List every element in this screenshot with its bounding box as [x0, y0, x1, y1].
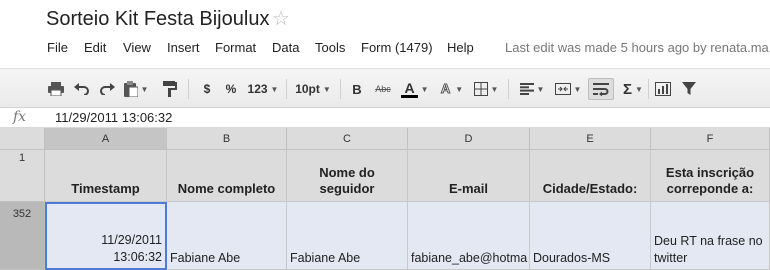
- chevron-down-icon: ▼: [536, 84, 545, 94]
- fx-icon: fx: [13, 109, 27, 125]
- cell-e352[interactable]: Dourados-MS: [530, 202, 651, 270]
- chevron-down-icon: ▼: [270, 84, 279, 94]
- wrap-text-icon: [593, 83, 609, 96]
- cell-f1[interactable]: Esta inscrição correponde a:: [651, 150, 770, 202]
- cell-d1[interactable]: E-mail: [408, 150, 530, 202]
- cell-b1[interactable]: Nome completo: [167, 150, 287, 202]
- cell-f352[interactable]: Deu RT na frase no twitter: [651, 202, 770, 270]
- fill-color-label: A: [440, 81, 451, 96]
- star-icon[interactable]: ☆: [272, 8, 290, 30]
- row-header-352[interactable]: 352: [0, 202, 45, 270]
- chevron-down-icon: ▼: [455, 84, 464, 94]
- print-icon[interactable]: [46, 78, 66, 100]
- menu-edit[interactable]: Edit: [84, 40, 106, 55]
- cell-text: Esta inscrição correponde a:: [665, 165, 755, 196]
- last-edit-link[interactable]: Last edit was made 5 hours ago by renata…: [505, 40, 769, 55]
- menu-data[interactable]: Data: [272, 40, 299, 55]
- merge-cells-icon: [554, 83, 571, 95]
- filter-icon[interactable]: [679, 78, 699, 100]
- wrap-text-button[interactable]: [588, 78, 614, 100]
- functions-button[interactable]: Σ ▼: [620, 78, 646, 100]
- align-left-icon: [519, 83, 534, 95]
- chart-icon[interactable]: [653, 78, 673, 100]
- merge-button[interactable]: ▼: [552, 78, 584, 100]
- menu-form[interactable]: Form (1479): [361, 40, 433, 55]
- toolbar: ▼ $ % 123 ▼ 10pt ▼ B Abc A ▼ A ▼ ▼ ▼ ▼ Σ ▼: [0, 68, 770, 108]
- select-all-corner[interactable]: [0, 128, 45, 150]
- cell-text: Nome completo: [177, 181, 276, 196]
- menu-insert[interactable]: Insert: [167, 40, 200, 55]
- number-format-button[interactable]: 123 ▼: [246, 78, 280, 100]
- title-bar: Sorteio Kit Festa Bijoulux ☆: [0, 0, 770, 36]
- chevron-down-icon: ▼: [140, 84, 149, 94]
- column-header-a[interactable]: A: [45, 128, 167, 150]
- cell-c1[interactable]: Nome do seguidor: [287, 150, 408, 202]
- chevron-down-icon: ▼: [490, 84, 499, 94]
- formula-input[interactable]: 11/29/2011 13:06:32: [55, 110, 172, 125]
- row-header-1[interactable]: 1: [0, 150, 45, 202]
- chevron-down-icon: ▼: [573, 84, 582, 94]
- cell-text: Deu RT na frase no twitter: [654, 234, 763, 265]
- percent-format-button[interactable]: %: [222, 78, 240, 100]
- borders-button[interactable]: ▼: [470, 78, 502, 100]
- cell-text: Dourados-MS: [533, 251, 611, 265]
- chevron-down-icon: ▼: [420, 84, 429, 94]
- number-format-label: 123: [247, 82, 268, 96]
- font-size-label: 10pt: [295, 82, 320, 96]
- cell-text: Timestamp: [71, 181, 140, 196]
- formula-bar: fx 11/29/2011 13:06:32: [0, 108, 770, 128]
- cell-text: Fabiane Abe: [290, 251, 361, 265]
- column-header-e[interactable]: E: [530, 128, 651, 150]
- menu-file[interactable]: File: [47, 40, 68, 55]
- cell-b352[interactable]: Fabiane Abe: [167, 202, 287, 270]
- cell-e1[interactable]: Cidade/Estado:: [530, 150, 651, 202]
- text-color-button[interactable]: A ▼: [398, 78, 432, 100]
- strikethrough-button[interactable]: Abc: [372, 78, 394, 100]
- align-button[interactable]: ▼: [516, 78, 548, 100]
- fill-color-button[interactable]: A ▼: [436, 78, 466, 100]
- cell-d352[interactable]: fabiane_abe@hotma: [408, 202, 530, 270]
- column-header-d[interactable]: D: [408, 128, 530, 150]
- paste-icon[interactable]: ▼: [122, 78, 150, 100]
- currency-format-button[interactable]: $: [198, 78, 216, 100]
- cell-text: E-mail: [448, 181, 488, 196]
- cell-c352[interactable]: Fabiane Abe: [287, 202, 408, 270]
- cell-a352[interactable]: 11/29/2011 13:06:32: [45, 202, 167, 270]
- sigma-icon: Σ: [623, 80, 633, 98]
- toolbar-divider: [188, 79, 189, 99]
- paint-format-icon[interactable]: [160, 78, 180, 100]
- chevron-down-icon: ▼: [322, 84, 331, 94]
- redo-icon[interactable]: [97, 78, 117, 100]
- menu-format[interactable]: Format: [215, 40, 256, 55]
- cell-text: 11/29/2011 13:06:32: [101, 233, 162, 264]
- font-size-select[interactable]: 10pt ▼: [294, 78, 332, 100]
- text-color-label: A: [401, 81, 418, 98]
- cell-text: Cidade/Estado:: [542, 181, 638, 196]
- undo-icon[interactable]: [72, 78, 92, 100]
- column-header-b[interactable]: B: [167, 128, 287, 150]
- chevron-down-icon: ▼: [635, 84, 643, 94]
- cell-text: Nome do seguidor: [319, 165, 375, 196]
- menu-help[interactable]: Help: [447, 40, 474, 55]
- column-header-c[interactable]: C: [287, 128, 408, 150]
- cell-a1[interactable]: Timestamp: [45, 150, 167, 202]
- borders-icon: [473, 82, 488, 96]
- menu-view[interactable]: View: [123, 40, 151, 55]
- spreadsheet-grid: A B C D E F 1 Timestamp Nome completo No…: [0, 128, 770, 270]
- menu-tools[interactable]: Tools: [315, 40, 345, 55]
- document-title[interactable]: Sorteio Kit Festa Bijoulux: [46, 8, 269, 31]
- toolbar-divider: [340, 79, 341, 99]
- toolbar-divider: [508, 79, 509, 99]
- menu-bar: File Edit View Insert Format Data Tools …: [0, 38, 770, 60]
- cell-text: Fabiane Abe: [170, 251, 241, 265]
- bold-button[interactable]: B: [348, 78, 366, 100]
- toolbar-divider: [648, 79, 649, 99]
- column-header-f[interactable]: F: [651, 128, 770, 150]
- cell-text: fabiane_abe@hotma: [411, 251, 528, 265]
- toolbar-divider: [286, 79, 287, 99]
